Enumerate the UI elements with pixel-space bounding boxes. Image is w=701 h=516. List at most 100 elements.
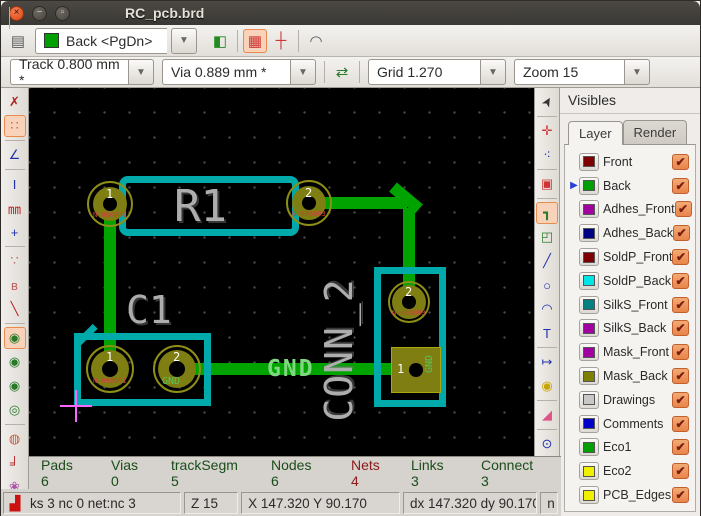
layer-row-soldp_back[interactable]: SoldP_Back✔ [569,269,695,293]
layer-color-button[interactable] [579,200,599,218]
tab-layer[interactable]: Layer [568,121,623,145]
component-ref-r1[interactable]: R1 [174,181,227,232]
net-highlight-icon[interactable]: ✛ [536,120,558,142]
tracks-sketch-icon[interactable]: ╛ [4,452,26,474]
auto-track-width-icon[interactable]: ⇄ [330,60,354,84]
local-ratsnest-icon[interactable]: ⁖ [536,144,558,166]
layer-row-soldp_front[interactable]: SoldP_Front✔ [569,245,695,269]
add-circle-icon[interactable]: ○ [536,274,558,296]
text-sketch-icon[interactable]: ʙ [4,274,26,296]
layer-color-button[interactable] [579,438,599,456]
layer-visibility-checkbox[interactable]: ✔ [672,344,689,360]
layer-row-front[interactable]: Front✔ [569,150,695,174]
component-ref-conn2[interactable]: CONN_2 [317,270,361,430]
pad-r1-2[interactable]: 2 N-000003 [286,180,332,226]
layer-color-button[interactable] [579,272,599,290]
set-offset-icon[interactable]: ⊙ [536,433,558,455]
layer-color-button[interactable] [579,343,599,361]
layer-visibility-checkbox[interactable]: ✔ [672,178,689,194]
add-line-icon[interactable]: ╱ [536,250,558,272]
polar-coords-icon[interactable]: ∠ [4,144,26,166]
pad-conn2-1[interactable]: 1 GND [391,347,441,393]
layer-visibility-checkbox[interactable]: ✔ [673,225,690,241]
via-size-combo[interactable]: Via 0.889 mm * ▼ [162,59,316,85]
print-icon[interactable]: ▤ [6,29,30,53]
layer-color-button[interactable] [579,367,599,385]
contrast-mode-icon[interactable]: ◧ [208,29,232,53]
layer-color-button[interactable] [579,177,599,195]
track-mode-icon[interactable]: ┼ [269,29,293,53]
pad-r1-1[interactable]: 1 N-000001 [87,181,133,227]
layer-row-eco1[interactable]: Eco1✔ [569,436,695,460]
units-inch-icon[interactable]: I [4,173,26,195]
microwave-tools-icon[interactable]: ◠ [304,29,328,53]
layer-color-button[interactable] [579,462,599,480]
layer-row-silks_back[interactable]: SilkS_Back✔ [569,317,695,341]
add-text-icon[interactable]: T [536,322,558,344]
layer-selector-dropdown[interactable]: ▼ [171,28,197,54]
layer-row-silks_front[interactable]: SilkS_Front✔ [569,293,695,317]
layer-color-button[interactable] [579,224,599,242]
layer-visibility-checkbox[interactable]: ✔ [672,487,689,503]
layer-color-button[interactable] [579,415,599,433]
layer-color-button[interactable] [579,391,599,409]
layer-color-button[interactable] [579,248,599,266]
tab-render[interactable]: Render [623,120,688,144]
layer-row-pcb_edges[interactable]: PCB_Edges✔ [569,483,695,507]
autodel-track-icon[interactable]: ◎ [4,399,26,421]
add-zone-icon[interactable]: ◰ [536,226,558,248]
layer-row-adhes_front[interactable]: Adhes_Front✔ [569,198,695,222]
add-track-icon[interactable]: ┓ [536,202,558,224]
layer-row-back[interactable]: ▶Back✔ [569,174,695,198]
layer-visibility-checkbox[interactable]: ✔ [672,273,689,289]
layer-visibility-checkbox[interactable]: ✔ [672,249,689,265]
layer-row-eco2[interactable]: Eco2✔ [569,459,695,483]
cursor-shape-icon[interactable]: + [4,221,26,243]
pad-c1-2[interactable]: 2 GND [153,345,201,393]
pcb-canvas[interactable]: R1 1 N-000001 2 N-000003 C1 1 N-000001 [29,88,536,456]
layer-row-adhes_back[interactable]: Adhes_Back✔ [569,221,695,245]
maximize-window-button[interactable]: ▫ [55,6,70,21]
layer-color-button[interactable] [579,296,599,314]
layer-color-button[interactable] [579,319,599,337]
layer-row-mask_back[interactable]: Mask_Back✔ [569,364,695,388]
layer-color-button[interactable] [579,486,599,504]
delete-icon[interactable]: ◢ [536,404,558,426]
layer-visibility-checkbox[interactable]: ✔ [672,439,689,455]
module-ratsnest-b-icon[interactable]: ◉ [4,375,26,397]
show-zones-icon[interactable]: ◍ [4,428,26,450]
minimize-window-button[interactable]: − [32,6,47,21]
add-arc-icon[interactable]: ◠ [536,298,558,320]
select-cursor-icon[interactable]: ➤ [536,91,558,113]
layer-visibility-checkbox[interactable]: ✔ [672,154,689,170]
ratsnest-hide-icon[interactable]: ╲ [4,298,26,320]
component-ref-c1[interactable]: C1 [126,288,172,332]
track-width-combo[interactable]: Track 0.800 mm * ▼ [10,59,154,85]
drc-off-icon[interactable]: ✗ [4,91,26,113]
units-mm-icon[interactable]: ㎜ [4,197,26,219]
ratsnest-show-icon[interactable]: ◉ [4,327,26,349]
module-ratsnest-icon[interactable]: ◉ [4,351,26,373]
footprint-mode-icon[interactable]: ▦ [243,29,267,53]
layer-visibility-checkbox[interactable]: ✔ [672,320,689,336]
grid-show-icon[interactable]: ∷ [4,115,26,137]
layer-row-mask_front[interactable]: Mask_Front✔ [569,340,695,364]
layer-visibility-checkbox[interactable]: ✔ [672,392,689,408]
redo-icon[interactable]: ↷ [6,0,30,7]
add-dimension-icon[interactable]: ↦ [536,351,558,373]
layer-visibility-checkbox[interactable]: ✔ [675,201,692,217]
layer-visibility-checkbox[interactable]: ✔ [672,297,689,313]
layer-visibility-checkbox[interactable]: ✔ [672,416,689,432]
add-target-icon[interactable]: ◉ [536,375,558,397]
layer-row-comments[interactable]: Comments✔ [569,412,695,436]
layer-visibility-checkbox[interactable]: ✔ [672,463,689,479]
zoom-level-combo[interactable]: Zoom 15 ▼ [514,59,650,85]
add-footprint-icon[interactable]: ▣ [536,173,558,195]
module-texts-icon[interactable]: ▟ [3,491,27,515]
layer-row-drawings[interactable]: Drawings✔ [569,388,695,412]
grid-size-combo[interactable]: Grid 1.270 ▼ [368,59,506,85]
pad-conn2-2[interactable]: 2 N-000003 [388,281,430,323]
layer-selector-combo[interactable]: Back <PgDn> [35,28,167,54]
pads-sketch-icon[interactable]: ∵ [4,250,26,272]
layer-color-button[interactable] [579,153,599,171]
